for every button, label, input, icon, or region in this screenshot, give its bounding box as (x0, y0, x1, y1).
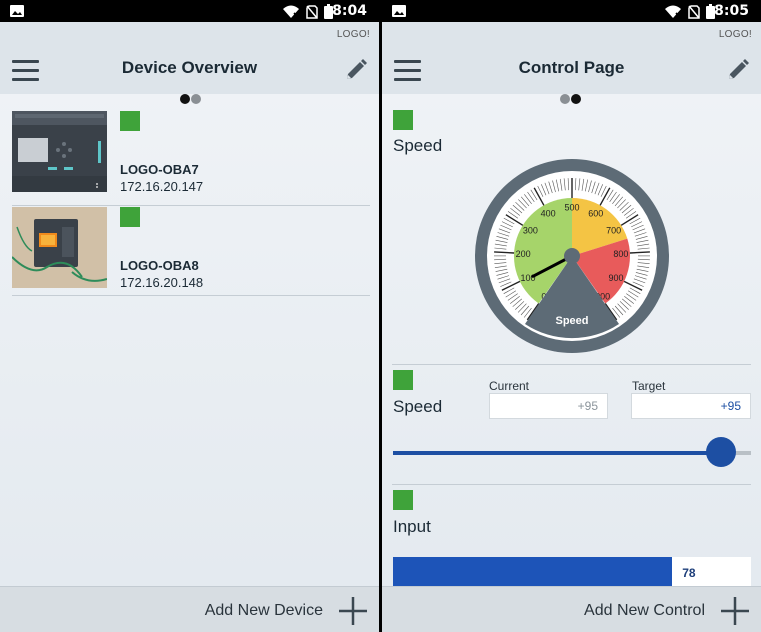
page-dot-active (180, 94, 190, 104)
input-progress-bar: 78 (393, 557, 751, 587)
speed-slider-fill (393, 451, 721, 455)
wifi-icon (283, 5, 299, 18)
app-header: LOGO! Device Overview (0, 22, 379, 94)
device-overview-screen: 8:04 LOGO! Device Overview LOGO-OBA7 172… (0, 0, 379, 632)
speed-slider-thumb[interactable] (705, 437, 736, 467)
add-new-control-button[interactable]: Add New Control (584, 602, 705, 620)
gauge-tick-label: 500 (564, 203, 579, 213)
gauge-hub (564, 248, 580, 264)
device-status-indicator (120, 207, 140, 227)
page-dot-active (571, 94, 581, 104)
target-value-field[interactable]: +95 (631, 393, 751, 419)
gauge-control-label: Speed (393, 136, 443, 155)
page-title: Device Overview (121, 58, 258, 77)
status-bar: 8:04 (0, 0, 379, 22)
speed-gauge: 01002003004005006007008009001000 Speed (475, 159, 669, 353)
add-device-footer[interactable]: Add New Device (0, 586, 379, 632)
no-sim-icon (306, 4, 318, 19)
device-name: LOGO-OBA7 (120, 162, 199, 177)
app-header: LOGO! Control Page (382, 22, 761, 94)
brand-logo: LOGO! (336, 29, 370, 40)
device-list-item[interactable]: LOGO-OBA8 172.16.20.148 (12, 201, 370, 296)
page-indicator (560, 94, 581, 104)
current-label: Current (489, 379, 530, 393)
target-label: Target (632, 379, 666, 393)
status-time: 8:05 (714, 3, 749, 19)
gauge-tick-label: 700 (606, 226, 621, 236)
current-value-field: +95 (489, 393, 608, 419)
no-sim-icon (688, 4, 700, 19)
input-value: 78 (682, 566, 696, 580)
logo-module-thumbnail (12, 111, 107, 192)
status-time: 8:04 (332, 3, 367, 19)
plus-icon[interactable] (339, 597, 367, 625)
brand-logo: LOGO! (718, 29, 752, 40)
speed-slider-track[interactable] (393, 451, 751, 455)
device-ip: 172.16.20.148 (120, 275, 204, 290)
page-title: Control Page (518, 58, 625, 77)
gauge-tick-label: 400 (541, 209, 556, 219)
gauge-tick-label: 600 (588, 209, 603, 219)
input-control-label: Input (393, 517, 431, 536)
page-dot-inactive (560, 94, 570, 104)
divider (392, 484, 751, 485)
speed-status-indicator (393, 370, 413, 390)
add-new-device-button[interactable]: Add New Device (205, 602, 323, 620)
speed-control-label: Speed (393, 397, 443, 416)
gauge-tick-label: 300 (523, 226, 538, 236)
page-indicator (180, 94, 201, 104)
image-notification-icon (392, 5, 406, 17)
add-control-footer[interactable]: Add New Control (382, 586, 761, 632)
status-bar: 8:05 (382, 0, 761, 22)
edit-pencil-icon[interactable] (727, 59, 749, 81)
gauge-tick-label: 900 (608, 273, 623, 283)
image-notification-icon (10, 5, 24, 17)
gauge-status-indicator (393, 110, 413, 130)
device-ip: 172.16.20.147 (120, 179, 204, 194)
divider (392, 364, 751, 365)
input-progress-fill (393, 557, 673, 587)
device-status-indicator (120, 111, 140, 131)
control-page-screen: 8:05 LOGO! Control Page Speed 0 100 200 300… (382, 0, 761, 632)
page-dot-inactive (191, 94, 201, 104)
gauge-tick-label: 200 (516, 249, 531, 259)
edit-pencil-icon[interactable] (345, 59, 367, 81)
device-list-item[interactable]: LOGO-OBA7 172.16.20.147 (12, 111, 370, 206)
wifi-icon (665, 5, 681, 18)
gauge-center-label: Speed (555, 315, 588, 327)
input-status-indicator (393, 490, 413, 510)
device-name: LOGO-OBA8 (120, 258, 199, 273)
gauge-tick-label: 800 (613, 249, 628, 259)
plus-icon[interactable] (721, 597, 749, 625)
logo-device-photo (12, 207, 107, 288)
